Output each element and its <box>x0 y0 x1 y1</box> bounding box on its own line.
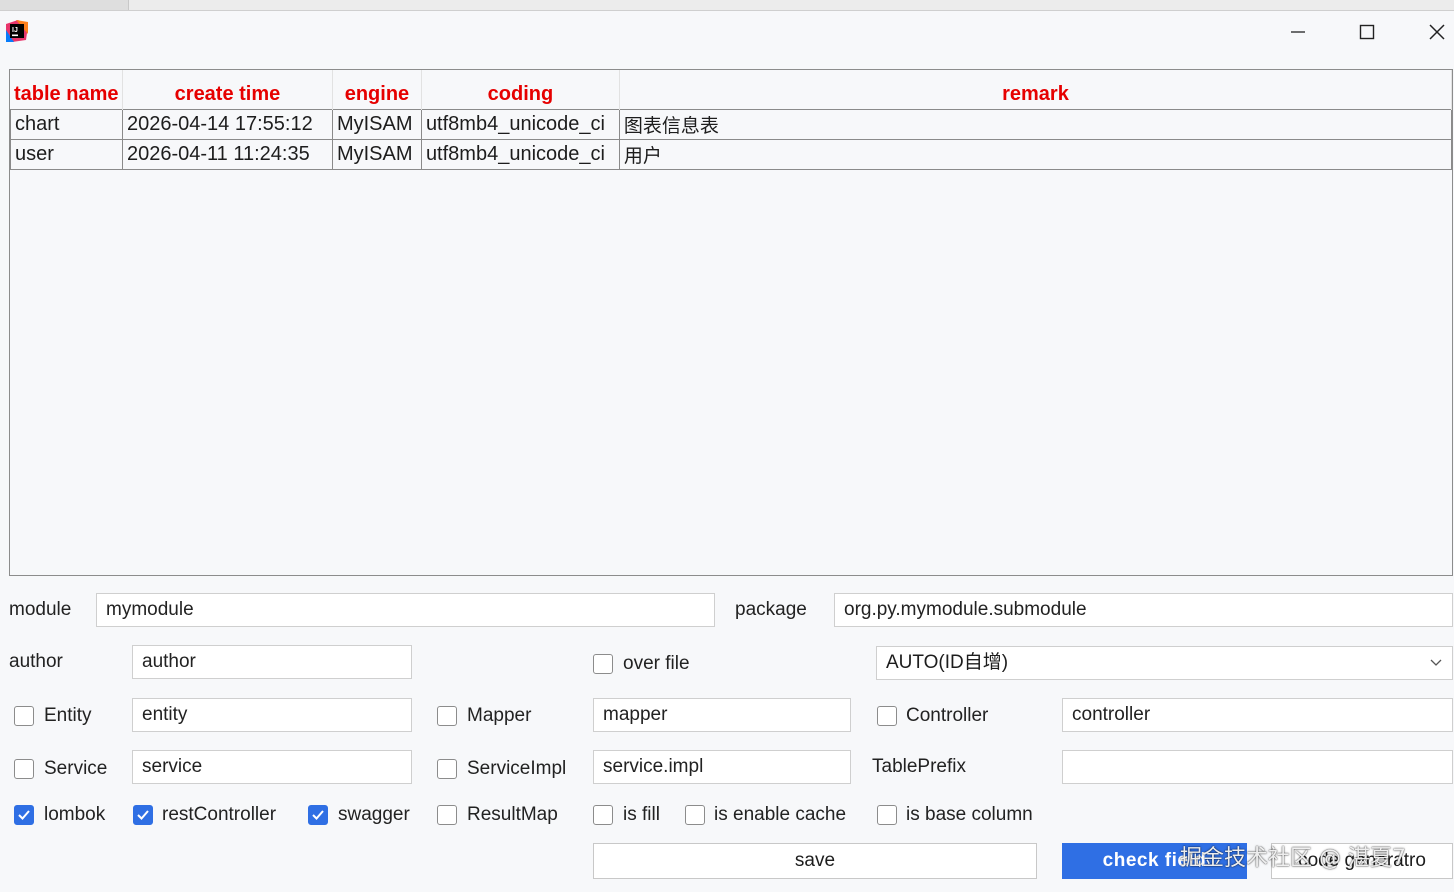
entity-label[interactable]: Entity <box>44 704 92 728</box>
mapper-checkbox[interactable] <box>437 706 457 726</box>
column-header-create-time[interactable]: create time <box>122 70 333 110</box>
cell-engine: MyISAM <box>331 139 422 170</box>
title-bar: IJ <box>0 11 1454 53</box>
cell-table-name: user <box>10 139 123 170</box>
is-base-column-label[interactable]: is base column <box>906 803 1033 827</box>
table-grid: table name create time engine coding rem… <box>10 70 1453 170</box>
is-fill-label[interactable]: is fill <box>623 803 660 827</box>
intellij-idea-icon: IJ <box>6 20 28 42</box>
is-enable-cache-label[interactable]: is enable cache <box>714 803 846 827</box>
package-label: package <box>735 599 807 620</box>
module-label: module <box>9 599 72 620</box>
serviceimpl-package-input[interactable]: service.impl <box>593 750 851 784</box>
entity-checkbox[interactable] <box>14 706 34 726</box>
lombok-label[interactable]: lombok <box>44 803 105 827</box>
checkmark-icon <box>137 810 149 820</box>
cell-remark: 用户 <box>618 139 1453 170</box>
swagger-label[interactable]: swagger <box>338 803 410 827</box>
controller-package-input[interactable]: controller <box>1062 698 1453 732</box>
entity-package-input[interactable]: entity <box>132 698 412 732</box>
cell-table-name: chart <box>10 109 123 140</box>
top-strip <box>0 0 1454 11</box>
restcontroller-label[interactable]: restController <box>162 803 276 827</box>
package-input[interactable]: org.py.mymodule.submodule <box>834 593 1453 627</box>
is-enable-cache-checkbox[interactable] <box>685 805 705 825</box>
serviceimpl-checkbox[interactable] <box>437 759 457 779</box>
restcontroller-checkbox[interactable] <box>133 805 153 825</box>
swagger-checkbox[interactable] <box>308 805 328 825</box>
over-file-checkbox[interactable] <box>593 654 613 674</box>
save-button[interactable]: save <box>593 843 1037 879</box>
cell-engine: MyISAM <box>331 109 422 140</box>
table-list[interactable]: table name create time engine coding rem… <box>9 69 1453 576</box>
table-prefix-input[interactable] <box>1062 750 1453 784</box>
checkmark-icon <box>18 810 30 820</box>
table-row[interactable]: chart 2026-04-14 17:55:12 MyISAM utf8mb4… <box>10 109 1453 140</box>
lombok-checkbox[interactable] <box>14 805 34 825</box>
author-input[interactable]: author <box>132 645 412 679</box>
id-type-select[interactable]: AUTO(ID自增) <box>876 646 1453 680</box>
service-label[interactable]: Service <box>44 757 107 781</box>
over-file-label[interactable]: over file <box>623 652 690 676</box>
column-header-coding[interactable]: coding <box>421 70 620 110</box>
mapper-label[interactable]: Mapper <box>467 704 531 728</box>
id-type-selected-value: AUTO(ID自增) <box>886 652 1009 673</box>
is-base-column-checkbox[interactable] <box>877 805 897 825</box>
column-header-engine[interactable]: engine <box>332 70 422 110</box>
mapper-package-input[interactable]: mapper <box>593 698 851 732</box>
service-package-input[interactable]: service <box>132 750 412 784</box>
author-label: author <box>9 651 63 672</box>
chevron-down-icon <box>1430 659 1442 666</box>
cell-coding: utf8mb4_unicode_ci <box>420 109 620 140</box>
controller-checkbox[interactable] <box>877 706 897 726</box>
top-tab-stub <box>0 0 129 10</box>
column-header-table-name[interactable]: table name <box>10 70 123 110</box>
table-row[interactable]: user 2026-04-11 11:24:35 MyISAM utf8mb4_… <box>10 139 1453 170</box>
watermark: 掘金技术社区 @ 湛夏7 <box>1180 846 1406 871</box>
serviceimpl-label[interactable]: ServiceImpl <box>467 757 566 781</box>
table-prefix-label: TablePrefix <box>872 756 966 777</box>
cell-create-time: 2026-04-14 17:55:12 <box>121 109 333 140</box>
maximize-icon[interactable] <box>1344 11 1390 53</box>
table-header-row: table name create time engine coding rem… <box>10 70 1453 110</box>
resultmap-label[interactable]: ResultMap <box>467 803 558 827</box>
minimize-icon[interactable] <box>1275 11 1321 53</box>
checkmark-icon <box>312 810 324 820</box>
is-fill-checkbox[interactable] <box>593 805 613 825</box>
service-checkbox[interactable] <box>14 759 34 779</box>
module-input[interactable]: mymodule <box>96 593 715 627</box>
close-icon[interactable] <box>1414 11 1454 53</box>
cell-create-time: 2026-04-11 11:24:35 <box>121 139 333 170</box>
resultmap-checkbox[interactable] <box>437 805 457 825</box>
cell-remark: 图表信息表 <box>618 109 1453 140</box>
column-header-remark[interactable]: remark <box>619 70 1453 110</box>
controller-label[interactable]: Controller <box>906 704 988 728</box>
svg-text:IJ: IJ <box>12 27 18 34</box>
cell-coding: utf8mb4_unicode_ci <box>420 139 620 170</box>
